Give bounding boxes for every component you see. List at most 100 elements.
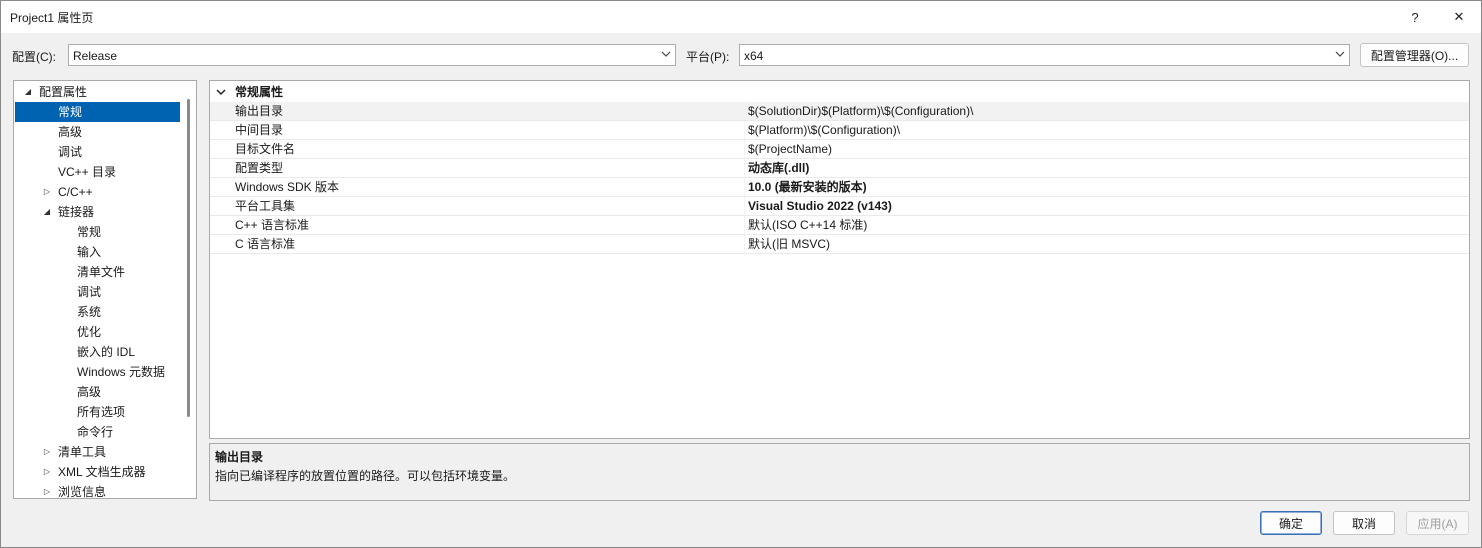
tree-item-label: 调试 [58, 145, 83, 159]
property-pages-dialog: Project1 属性页 ? ✕ 配置(C): Release 平台(P): x… [0, 0, 1482, 548]
tree-item-label: XML 文档生成器 [58, 465, 146, 479]
property-row[interactable]: Windows SDK 版本 10.0 (最新安装的版本) [210, 178, 1469, 197]
help-icon: ? [1411, 9, 1419, 25]
platform-label: 平台(P): [686, 50, 730, 64]
tree-item-label: 常规 [58, 105, 83, 119]
expand-icon[interactable]: ▷ [42, 182, 52, 202]
tree-item-linker-command-line[interactable]: 命令行 [15, 422, 180, 442]
property-row[interactable]: 平台工具集 Visual Studio 2022 (v143) [210, 197, 1469, 216]
close-icon: ✕ [1453, 9, 1465, 24]
help-button[interactable]: ? [1393, 1, 1437, 33]
tree-item-label: 链接器 [58, 205, 95, 219]
property-row[interactable]: 配置类型 动态库(.dll) [210, 159, 1469, 178]
tree-item-xml-doc-generator[interactable]: ▷ XML 文档生成器 [15, 462, 180, 482]
tree-item-label: 命令行 [77, 425, 114, 439]
property-name: Windows SDK 版本 [235, 180, 340, 194]
property-row[interactable]: C++ 语言标准 默认(ISO C++14 标准) [210, 216, 1469, 235]
property-name: 平台工具集 [235, 199, 296, 213]
chevron-down-icon [661, 51, 671, 57]
tree-item-linker[interactable]: ◢ 链接器 [15, 202, 180, 222]
tree-item-linker-windows-metadata[interactable]: Windows 元数据 [15, 362, 180, 382]
tree-item-label: 优化 [77, 325, 102, 339]
tree-item-config-properties[interactable]: ◢ 配置属性 [15, 82, 180, 102]
tree-item-linker-manifest[interactable]: 清单文件 [15, 262, 180, 282]
platform-value: x64 [744, 49, 764, 63]
property-row[interactable]: 输出目录 $(SolutionDir)$(Platform)\$(Configu… [210, 102, 1469, 121]
property-name: 配置类型 [235, 161, 284, 175]
tree-item-label: 嵌入的 IDL [77, 345, 136, 359]
property-value[interactable]: Visual Studio 2022 (v143) [748, 197, 892, 216]
config-label: 配置(C): [12, 50, 56, 64]
expand-icon[interactable]: ◢ [42, 202, 52, 222]
config-value: Release [73, 49, 118, 63]
tree-item-linker-advanced[interactable]: 高级 [15, 382, 180, 402]
chevron-down-icon [1335, 51, 1345, 57]
property-name: 中间目录 [235, 123, 284, 137]
tree-item-label: 清单文件 [77, 265, 126, 279]
tree-item-label: 配置属性 [39, 85, 88, 99]
property-value[interactable]: 动态库(.dll) [748, 159, 809, 178]
property-value[interactable]: $(SolutionDir)$(Platform)\$(Configuratio… [748, 102, 973, 121]
tree-item-linker-all-options[interactable]: 所有选项 [15, 402, 180, 422]
tree-item-c-cpp[interactable]: ▷ C/C++ [15, 182, 180, 202]
apply-button[interactable]: 应用(A) [1406, 511, 1469, 535]
property-value[interactable]: $(Platform)\$(Configuration)\ [748, 121, 900, 140]
ok-button[interactable]: 确定 [1260, 511, 1322, 535]
section-header[interactable]: 常规属性 [210, 83, 1469, 101]
tree-item-general[interactable]: 常规 [15, 102, 180, 122]
window-title: Project1 属性页 [10, 11, 94, 25]
tree-item-linker-optimization[interactable]: 优化 [15, 322, 180, 342]
tree-item-label: 系统 [77, 305, 102, 319]
tree-item-linker-general[interactable]: 常规 [15, 222, 180, 242]
tree-item-label: 浏览信息 [58, 485, 107, 499]
tree-item-advanced[interactable]: 高级 [15, 122, 180, 142]
tree-item-linker-system[interactable]: 系统 [15, 302, 180, 322]
tree-scrollbar-thumb[interactable] [187, 99, 190, 417]
property-name: 输出目录 [235, 104, 284, 118]
expand-icon[interactable]: ◢ [23, 82, 33, 102]
property-value[interactable]: 10.0 (最新安装的版本) [748, 178, 867, 197]
config-manager-button[interactable]: 配置管理器(O)... [1360, 43, 1469, 67]
property-value[interactable]: 默认(旧 MSVC) [748, 235, 830, 254]
tree-item-browse-info[interactable]: ▷ 浏览信息 [15, 482, 180, 499]
tree-item-label: 高级 [58, 125, 83, 139]
section-title: 常规属性 [235, 85, 284, 99]
tree-item-label: 清单工具 [58, 445, 107, 459]
property-name: 目标文件名 [235, 142, 296, 156]
expand-icon[interactable]: ▷ [42, 462, 52, 482]
tree-item-label: Windows 元数据 [77, 365, 166, 379]
config-select[interactable]: Release [68, 44, 676, 66]
property-value[interactable]: $(ProjectName) [748, 140, 832, 159]
expand-icon[interactable]: ▷ [42, 482, 52, 498]
property-value[interactable]: 默认(ISO C++14 标准) [748, 216, 867, 235]
title-bar: Project1 属性页 ? ✕ [1, 1, 1481, 33]
collapse-chevron-icon[interactable] [216, 83, 226, 101]
tree-item-vc-directories[interactable]: VC++ 目录 [15, 162, 180, 182]
tree-item-label: 高级 [77, 385, 102, 399]
property-row[interactable]: 中间目录 $(Platform)\$(Configuration)\ [210, 121, 1469, 140]
tree-item-linker-debugging[interactable]: 调试 [15, 282, 180, 302]
property-tree: ◢ 配置属性 常规 高级 调试 VC++ 目录 ▷ C/C++ ◢ 链接器 常规… [13, 80, 197, 499]
property-name: C 语言标准 [235, 237, 296, 251]
tree-item-label: VC++ 目录 [58, 165, 117, 179]
expand-icon[interactable]: ▷ [42, 442, 52, 462]
tree-item-debugging[interactable]: 调试 [15, 142, 180, 162]
property-grid: 常规属性 输出目录 $(SolutionDir)$(Platform)\$(Co… [209, 80, 1470, 439]
tree-item-label: 常规 [77, 225, 102, 239]
property-name: C++ 语言标准 [235, 218, 310, 232]
description-text: 指向已编译程序的放置位置的路径。可以包括环境变量。 [215, 469, 516, 483]
tree-item-manifest-tool[interactable]: ▷ 清单工具 [15, 442, 180, 462]
tree-item-label: 调试 [77, 285, 102, 299]
property-row[interactable]: C 语言标准 默认(旧 MSVC) [210, 235, 1469, 254]
platform-select[interactable]: x64 [739, 44, 1350, 66]
tree-item-label: 所有选项 [77, 405, 126, 419]
property-row[interactable]: 目标文件名 $(ProjectName) [210, 140, 1469, 159]
tree-item-label: 输入 [77, 245, 102, 259]
description-title: 输出目录 [215, 450, 264, 464]
tree-item-label: C/C++ [58, 185, 93, 199]
cancel-button[interactable]: 取消 [1333, 511, 1395, 535]
description-panel: 输出目录 指向已编译程序的放置位置的路径。可以包括环境变量。 [209, 443, 1470, 501]
tree-item-linker-embedded-idl[interactable]: 嵌入的 IDL [15, 342, 180, 362]
close-button[interactable]: ✕ [1437, 1, 1481, 33]
tree-item-linker-input[interactable]: 输入 [15, 242, 180, 262]
